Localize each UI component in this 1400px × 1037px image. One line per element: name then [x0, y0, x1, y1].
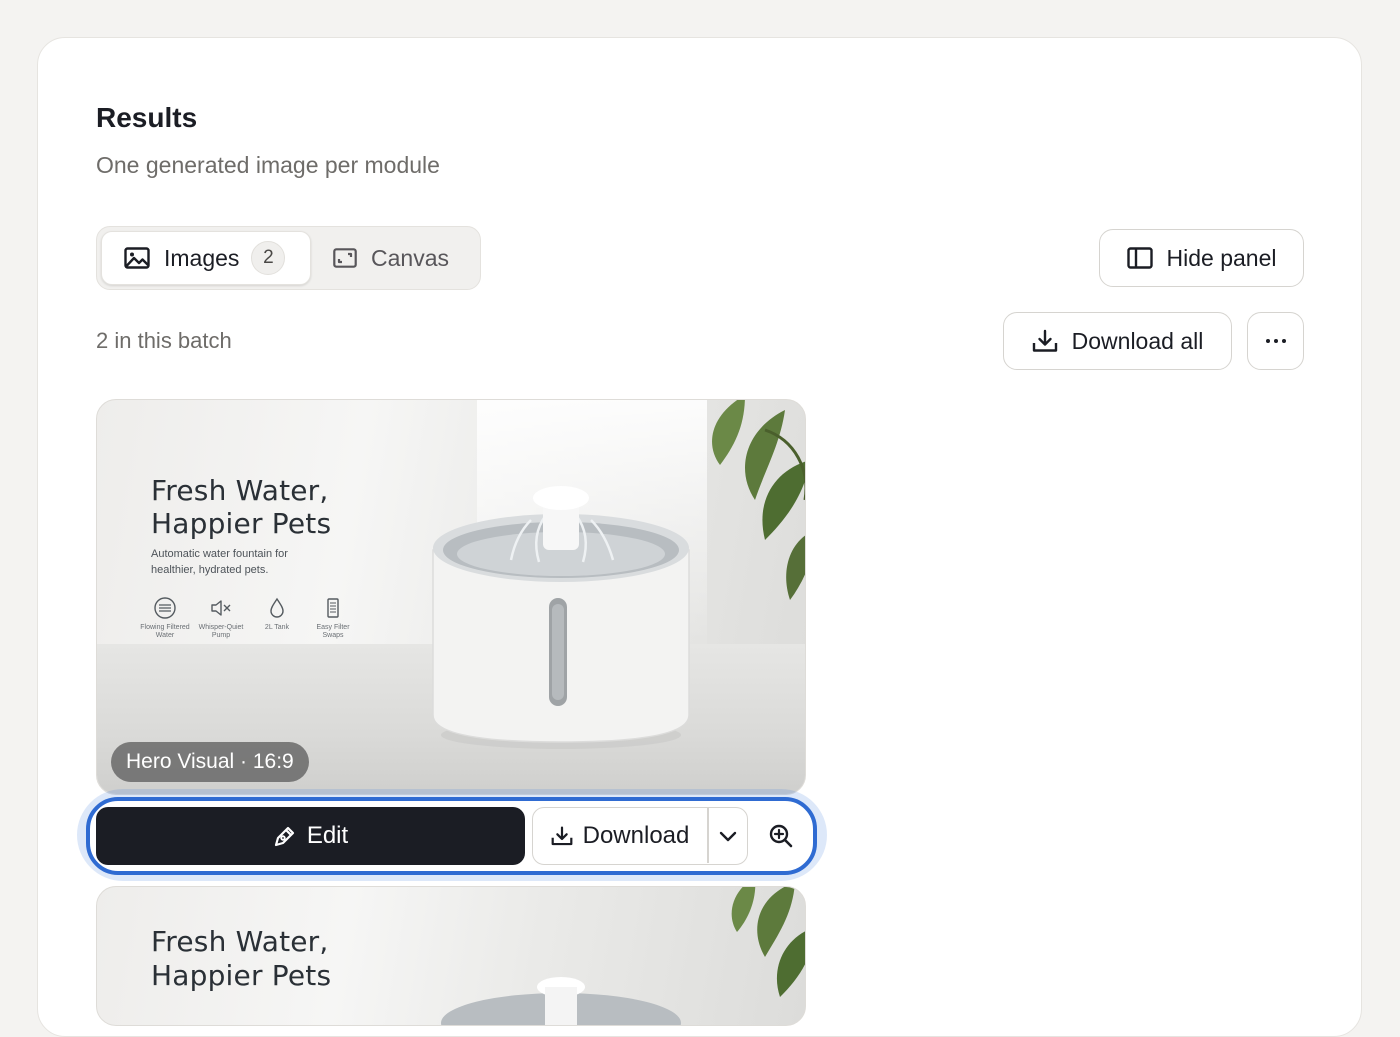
- feature-label: Whisper-Quiet Pump: [198, 624, 244, 639]
- download-icon: [1032, 329, 1057, 352]
- tab-images-label: Images: [164, 244, 240, 271]
- feature-label: Flowing Filtered Water: [140, 624, 190, 639]
- more-options-button[interactable]: [1247, 312, 1304, 370]
- feature-item: Flowing Filtered Water: [137, 596, 193, 640]
- zoom-preview-button[interactable]: [758, 812, 804, 860]
- feature-item: Whisper-Quiet Pump: [193, 596, 249, 640]
- download-all-button[interactable]: Download all: [1003, 312, 1232, 370]
- product-description: Automatic water fountain for healthier, …: [151, 548, 288, 576]
- download-icon: [551, 825, 573, 845]
- feature-row: Flowing Filtered Water Whisper-Quiet Pum…: [137, 596, 361, 640]
- product-headline-line-2: Happier Pets: [151, 507, 332, 540]
- download-split-button: Download: [532, 807, 748, 865]
- page-title: Results: [96, 102, 198, 133]
- filter-icon: [327, 598, 339, 618]
- module-type-chip: Hero Visual · 16:9: [111, 742, 309, 782]
- sidebar-icon: [1126, 247, 1153, 269]
- chevron-down-icon: [719, 831, 737, 841]
- images-count-badge: 2: [251, 241, 286, 275]
- tab-images[interactable]: Images 2: [101, 231, 311, 285]
- feature-label: Easy Filter Swaps: [316, 624, 350, 639]
- view-switcher: Images 2 Canvas: [96, 226, 481, 290]
- download-all-label: Download all: [1071, 327, 1204, 354]
- hide-panel-label: Hide panel: [1166, 244, 1277, 271]
- edit-label: Edit: [306, 822, 349, 849]
- water-drop-icon: [270, 597, 284, 618]
- batch-count: 2 in this batch: [96, 328, 232, 353]
- download-button[interactable]: Download: [533, 808, 707, 863]
- pen-icon: [274, 826, 294, 847]
- feature-label: 2L Tank: [264, 624, 290, 631]
- tab-canvas[interactable]: Canvas: [333, 231, 478, 285]
- download-label: Download: [582, 821, 690, 849]
- result-image-card[interactable]: Fresh Water, Happier Pets Automatic wate…: [96, 399, 806, 795]
- page-subtitle: One generated image per module: [96, 152, 440, 178]
- feature-item: 2L Tank: [249, 596, 305, 640]
- pet-fountain-image: [441, 977, 681, 1025]
- mute-icon: [211, 600, 231, 616]
- product-headline-line-1: Fresh Water,: [151, 474, 329, 507]
- pet-fountain-image: [432, 486, 690, 749]
- download-options-dropdown[interactable]: [709, 808, 747, 863]
- filter-water-icon: [154, 597, 176, 619]
- canvas-icon: [333, 248, 357, 268]
- image-icon: [124, 247, 150, 269]
- zoom-in-icon: [769, 824, 793, 848]
- edit-button[interactable]: Edit: [96, 807, 525, 865]
- product-headline-line-1: Fresh Water,: [151, 925, 329, 958]
- result-image-card[interactable]: Fresh Water, Happier Pets: [96, 886, 806, 1026]
- hide-panel-button[interactable]: Hide panel: [1099, 229, 1304, 287]
- more-horizontal-icon: [1265, 339, 1286, 343]
- product-headline-line-2: Happier Pets: [151, 959, 332, 992]
- tab-canvas-label: Canvas: [371, 244, 449, 271]
- feature-item: Easy Filter Swaps: [305, 596, 361, 640]
